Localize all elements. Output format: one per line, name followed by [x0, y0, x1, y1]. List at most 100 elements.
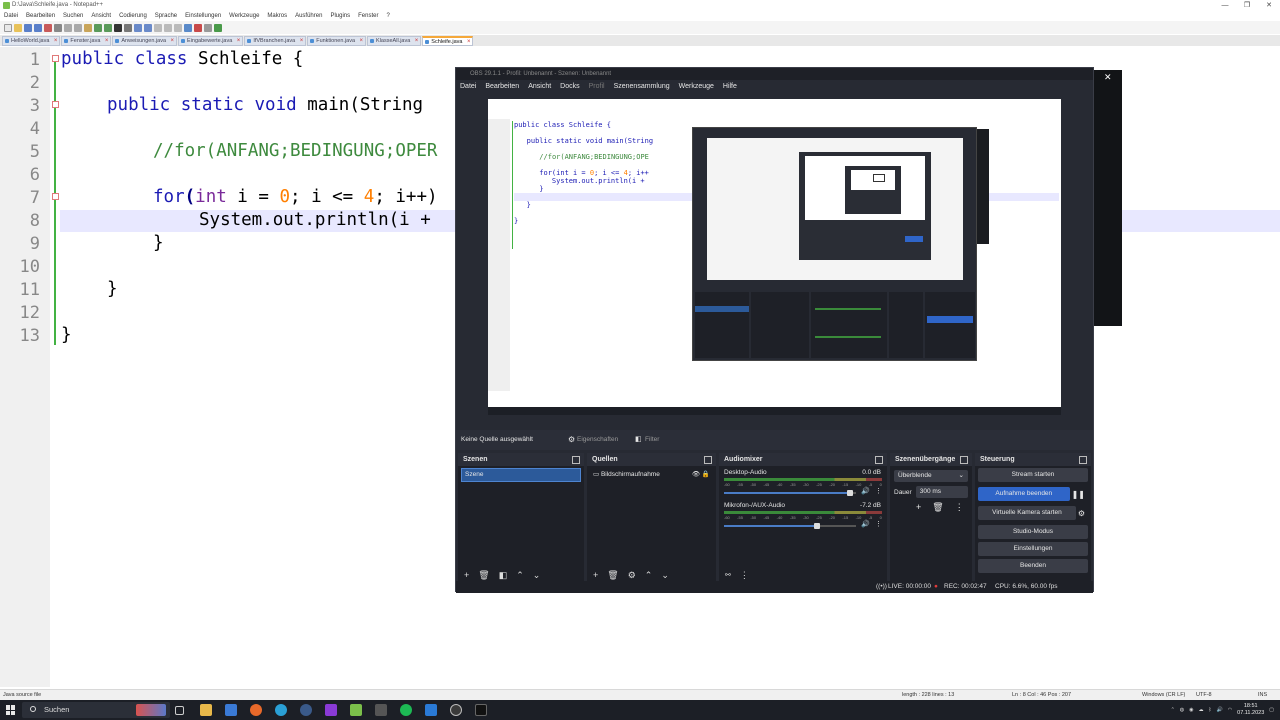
- minimize-icon[interactable]: —: [1214, 0, 1236, 11]
- duration-input[interactable]: 300 ms: [915, 486, 968, 498]
- tab-ifvbranchen[interactable]: IfVBranchen.java: [244, 36, 307, 46]
- eye-icon[interactable]: 👁: [692, 471, 700, 478]
- menu-codierung[interactable]: Codierung: [119, 11, 147, 21]
- replace-icon[interactable]: [124, 23, 132, 32]
- arrow-down-icon[interactable]: ⌄: [661, 570, 669, 581]
- source-item[interactable]: ▭ Bildschirmaufnahme 👁 🔒: [593, 470, 710, 478]
- notepad-plus-plus-icon[interactable]: [350, 704, 362, 716]
- tab-anweisungen[interactable]: Anweisungen.java: [112, 36, 178, 46]
- scene-item[interactable]: Szene: [461, 468, 581, 482]
- task-view-icon[interactable]: [175, 706, 184, 715]
- tab-schleife[interactable]: Schleife.java: [422, 36, 474, 46]
- obs-menu-bearbeiten[interactable]: Bearbeiten: [485, 83, 519, 90]
- fold-marker-icon[interactable]: [52, 101, 59, 108]
- menu-plugins[interactable]: Plugins: [330, 11, 350, 21]
- volume-slider[interactable]: [724, 522, 857, 529]
- find-icon[interactable]: [114, 23, 122, 32]
- obs-menu-docks[interactable]: Docks: [560, 83, 579, 90]
- menu-datei[interactable]: Datei: [4, 11, 18, 21]
- spotify-icon[interactable]: [400, 704, 412, 716]
- obs-menu-werkzeuge[interactable]: Werkzeuge: [679, 83, 714, 90]
- link-icon[interactable]: ⚯: [725, 571, 731, 579]
- sync-scroll-icon[interactable]: [154, 23, 162, 32]
- filter-icon[interactable]: ◧: [499, 570, 508, 581]
- close-icon[interactable]: ✕: [1258, 0, 1280, 11]
- menu-sprache[interactable]: Sprache: [155, 11, 177, 21]
- lock-icon[interactable]: 🔒: [702, 471, 710, 478]
- volume-slider[interactable]: [724, 489, 857, 496]
- tab-klasseall[interactable]: KlasseAll.java: [367, 36, 422, 46]
- gear-icon[interactable]: ⚙: [1078, 509, 1085, 518]
- menu-einstellungen[interactable]: Einstellungen: [185, 11, 221, 21]
- pause-icon[interactable]: ❚❚: [1072, 490, 1085, 499]
- tab-eingabewerte[interactable]: Eingabewerte.java: [178, 36, 244, 46]
- fold-marker-icon[interactable]: [52, 193, 59, 200]
- studio-mode-button[interactable]: Studio-Modus: [978, 525, 1088, 539]
- add-icon[interactable]: +: [916, 502, 921, 513]
- menu-ausfuehren[interactable]: Ausführen: [295, 11, 322, 21]
- wifi-icon[interactable]: ◠: [1228, 707, 1232, 713]
- menu-fenster[interactable]: Fenster: [358, 11, 378, 21]
- volume-icon[interactable]: 🔊: [1217, 707, 1223, 713]
- save-all-icon[interactable]: [34, 23, 42, 32]
- print-icon[interactable]: [54, 23, 62, 32]
- menu-makros[interactable]: Makros: [267, 11, 287, 21]
- redo-icon[interactable]: [104, 23, 112, 32]
- show-all-chars-icon[interactable]: [174, 23, 182, 32]
- arrow-up-icon[interactable]: ⌃: [645, 570, 653, 581]
- add-icon[interactable]: +: [593, 570, 598, 580]
- obs-menu-hilfe[interactable]: Hilfe: [723, 83, 737, 90]
- settings-button[interactable]: Einstellungen: [978, 542, 1088, 556]
- new-file-icon[interactable]: [4, 23, 12, 32]
- trash-icon[interactable]: 🗑: [607, 570, 618, 581]
- trash-icon[interactable]: 🗑: [478, 570, 489, 581]
- trash-icon[interactable]: 🗑: [932, 502, 943, 513]
- close-icon[interactable]: ✕: [1104, 72, 1112, 83]
- fold-marker-icon[interactable]: [52, 55, 59, 62]
- cloud-icon[interactable]: ☁: [1199, 707, 1204, 713]
- stop-recording-button[interactable]: Aufnahme beenden: [978, 487, 1070, 501]
- speaker-icon[interactable]: 🔊: [861, 520, 870, 528]
- more-icon[interactable]: ⋮: [740, 570, 749, 581]
- taskbar-clock[interactable]: 18:51 07.11.2023: [1237, 703, 1264, 717]
- chevron-up-icon[interactable]: ⌃: [1171, 707, 1175, 713]
- bluetooth-icon[interactable]: ᛒ: [1209, 707, 1212, 713]
- media-player-icon[interactable]: [325, 704, 337, 716]
- zoom-in-icon[interactable]: [134, 23, 142, 32]
- menu-suchen[interactable]: Suchen: [63, 11, 83, 21]
- tab-helloworld[interactable]: HelloWorld.java: [2, 36, 61, 46]
- menu-bearbeiten[interactable]: Bearbeiten: [26, 11, 55, 21]
- gear-icon[interactable]: ⚙: [568, 430, 575, 450]
- obs-preview-canvas[interactable]: public class Schleife { public static vo…: [488, 99, 1061, 415]
- close-file-icon[interactable]: [44, 23, 52, 32]
- mail-icon[interactable]: [225, 704, 237, 716]
- add-icon[interactable]: +: [464, 570, 469, 580]
- arrow-up-icon[interactable]: ⌃: [516, 570, 524, 581]
- discord-icon[interactable]: ◉: [1189, 707, 1193, 713]
- indent-guide-icon[interactable]: [184, 23, 192, 32]
- tab-fenster[interactable]: Fenster.java: [61, 36, 112, 46]
- vscode-icon[interactable]: [425, 704, 437, 716]
- menu-help[interactable]: ?: [386, 11, 389, 21]
- network-icon[interactable]: ◍: [1180, 707, 1184, 713]
- macro-record-icon[interactable]: [194, 23, 202, 32]
- file-explorer-icon[interactable]: [200, 704, 212, 716]
- start-stream-button[interactable]: Stream starten: [978, 468, 1088, 482]
- paste-icon[interactable]: [84, 23, 92, 32]
- windows-start-icon[interactable]: [6, 705, 16, 715]
- save-icon[interactable]: [24, 23, 32, 32]
- gear-icon[interactable]: ⚙: [628, 570, 636, 581]
- menu-werkzeuge[interactable]: Werkzeuge: [229, 11, 259, 21]
- obs-icon[interactable]: [450, 704, 462, 716]
- macro-play-icon[interactable]: [214, 23, 222, 32]
- filter-icon[interactable]: ◧: [635, 430, 642, 450]
- transition-select[interactable]: Überblende ⌄: [894, 470, 968, 482]
- obs-menu-szenensammlung[interactable]: Szenensammlung: [614, 83, 670, 90]
- word-wrap-icon[interactable]: [164, 23, 172, 32]
- obs-menu-datei[interactable]: Datei: [460, 83, 476, 90]
- undo-icon[interactable]: [94, 23, 102, 32]
- maximize-icon[interactable]: ❐: [1236, 0, 1258, 11]
- more-icon[interactable]: ⋮: [955, 502, 964, 513]
- virtual-camera-button[interactable]: Virtuelle Kamera starten: [978, 506, 1076, 520]
- cut-icon[interactable]: [64, 23, 72, 32]
